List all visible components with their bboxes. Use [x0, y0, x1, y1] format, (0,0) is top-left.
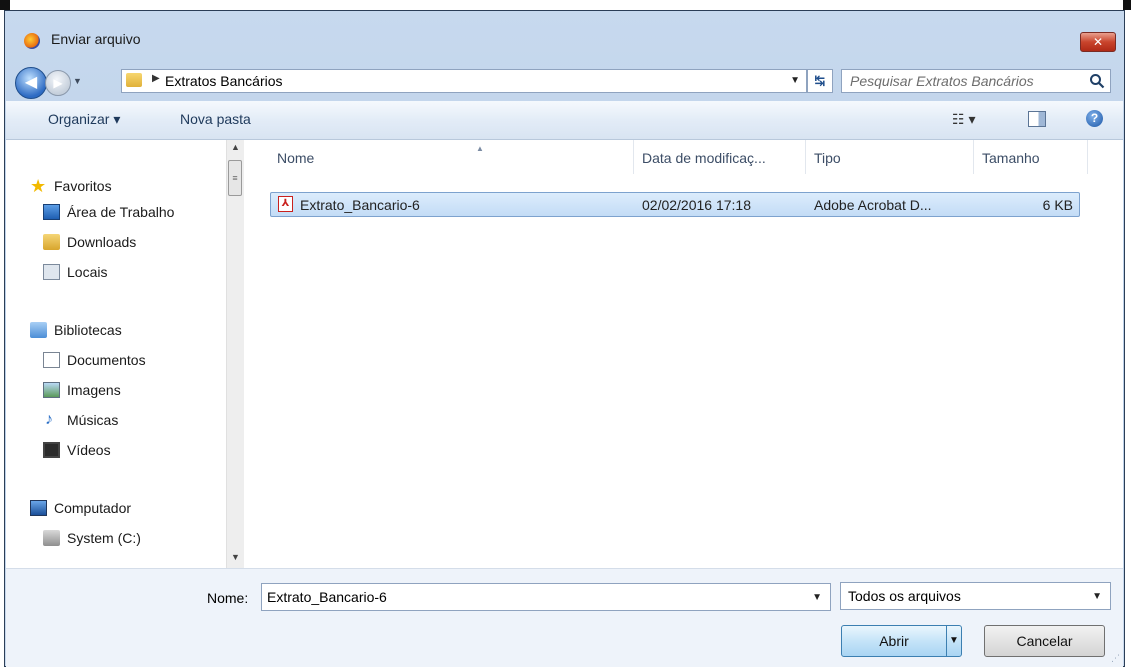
open-button-label[interactable]: Abrir [842, 626, 946, 656]
cancel-button[interactable]: Cancelar [984, 625, 1105, 657]
command-bar: Organizar ▾ Nova pasta ☷ ▾ ? [6, 101, 1123, 140]
sidebar-item-label: Locais [67, 264, 108, 280]
window-title: Enviar arquivo [51, 31, 141, 47]
file-type-value[interactable]: Todos os arquivos [848, 588, 961, 604]
column-divider[interactable] [973, 140, 974, 174]
drive-icon [43, 530, 60, 546]
back-button[interactable]: ◀ [15, 67, 47, 99]
address-row: ◀ ▶ ▼ ▶ Extratos Bancários ▼ ↹ Pesquisar… [5, 63, 1124, 101]
table-row[interactable]: ⅄ Extrato_Bancario-6 02/02/2016 17:18 Ad… [270, 192, 1080, 217]
downloads-folder-icon [43, 234, 60, 250]
star-icon: ★ [30, 176, 47, 196]
sidebar-item-label: Documentos [67, 352, 146, 368]
address-dropdown-icon[interactable]: ▼ [790, 75, 800, 86]
pdf-file-icon: ⅄ [278, 196, 293, 212]
search-box[interactable]: Pesquisar Extratos Bancários [841, 69, 1111, 93]
file-upload-dialog: Enviar arquivo ✕ ◀ ▶ ▼ ▶ Extratos Bancár… [4, 10, 1125, 667]
organize-button[interactable]: Organizar ▾ [48, 111, 120, 128]
file-size: 6 KB [1042, 197, 1073, 213]
column-divider[interactable] [805, 140, 806, 174]
sidebar-item-label: Imagens [67, 382, 121, 398]
arrow-left-icon: ◀ [24, 74, 38, 91]
refresh-button[interactable]: ↹ [807, 69, 833, 93]
music-icon: ♪ [45, 411, 53, 428]
open-button[interactable]: Abrir ▼ [841, 625, 962, 657]
refresh-icon: ↹ [814, 73, 826, 88]
open-options-dropdown-icon[interactable]: ▼ [949, 626, 959, 656]
file-list: ▲ Nome Data de modificaç... Tipo Tamanho… [244, 140, 1123, 568]
folder-icon [126, 73, 142, 87]
preview-pane-icon[interactable] [1028, 111, 1046, 127]
column-header-modified[interactable]: Data de modificaç... [642, 150, 766, 166]
button-split-divider [946, 626, 947, 656]
documents-icon [43, 352, 60, 368]
libraries-icon [30, 322, 47, 338]
file-type-select[interactable]: Todos os arquivos ▼ [840, 582, 1111, 610]
file-type: Adobe Acrobat D... [814, 197, 932, 213]
recent-places-icon [43, 264, 60, 280]
videos-icon [43, 442, 60, 458]
footer-panel: Nome: Extrato_Bancario-6 ▼ Todos os arqu… [6, 568, 1123, 667]
firefox-icon [24, 33, 40, 49]
forward-button[interactable]: ▶ [45, 70, 71, 96]
search-input[interactable]: Pesquisar Extratos Bancários [850, 73, 1034, 89]
breadcrumb-separator-icon[interactable]: ▶ [152, 73, 160, 84]
sort-ascending-icon: ▲ [476, 144, 484, 153]
sidebar-item-label: Downloads [67, 234, 137, 250]
sidebar-group-label: Favoritos [54, 178, 112, 194]
scrollbar-thumb[interactable]: ≡ [228, 160, 242, 196]
file-name-value[interactable]: Extrato_Bancario-6 [267, 589, 387, 605]
background-edge-left [0, 0, 10, 10]
column-header-size[interactable]: Tamanho [982, 150, 1040, 166]
change-view-button[interactable]: ☷ ▾ [952, 111, 975, 128]
sidebar-item-label: Área de Trabalho [67, 204, 175, 220]
column-header-type[interactable]: Tipo [814, 150, 841, 166]
column-divider[interactable] [633, 140, 634, 174]
sidebar-group-label: Computador [54, 500, 132, 516]
view-list-icon: ☷ [952, 111, 965, 127]
file-modified: 02/02/2016 17:18 [642, 197, 751, 213]
navigation-pane: ★ Favoritos Área de Trabalho Downloads L… [6, 140, 245, 568]
chevron-down-icon[interactable]: ▼ [812, 592, 822, 603]
resize-grip-icon[interactable]: ⋰ [1111, 653, 1120, 664]
sidebar-scrollbar[interactable]: ▲ ≡ ▼ [226, 140, 244, 568]
address-bar[interactable]: ▶ Extratos Bancários ▼ [121, 69, 807, 93]
content-area: ★ Favoritos Área de Trabalho Downloads L… [6, 140, 1123, 568]
sidebar-item-label: Músicas [67, 412, 119, 428]
file-name-field[interactable]: Extrato_Bancario-6 ▼ [261, 583, 831, 611]
breadcrumb-current[interactable]: Extratos Bancários [165, 73, 283, 89]
scroll-up-icon[interactable]: ▲ [231, 142, 240, 152]
column-header-name[interactable]: Nome [277, 150, 314, 166]
search-icon[interactable] [1089, 73, 1105, 89]
page-background [0, 0, 1131, 10]
desktop-icon [43, 204, 60, 220]
file-name: Extrato_Bancario-6 [300, 197, 420, 213]
title-bar[interactable]: Enviar arquivo ✕ [5, 11, 1124, 63]
scroll-down-icon[interactable]: ▼ [231, 552, 240, 562]
file-name-label: Nome: [207, 590, 249, 606]
column-divider[interactable] [1087, 140, 1088, 174]
background-edge-right [1123, 0, 1131, 10]
pictures-icon [43, 382, 60, 398]
sidebar-group-label: Bibliotecas [54, 322, 122, 338]
new-folder-button[interactable]: Nova pasta [180, 111, 251, 127]
close-button[interactable]: ✕ [1080, 32, 1116, 52]
help-icon[interactable]: ? [1086, 110, 1103, 127]
sidebar-item-label: Vídeos [67, 442, 111, 458]
chevron-down-icon[interactable]: ▼ [1092, 591, 1102, 602]
sidebar-item-label: System (C:) [67, 530, 141, 546]
computer-icon [30, 500, 47, 516]
arrow-right-icon: ▶ [53, 76, 63, 90]
recent-locations-dropdown[interactable]: ▼ [73, 76, 82, 86]
